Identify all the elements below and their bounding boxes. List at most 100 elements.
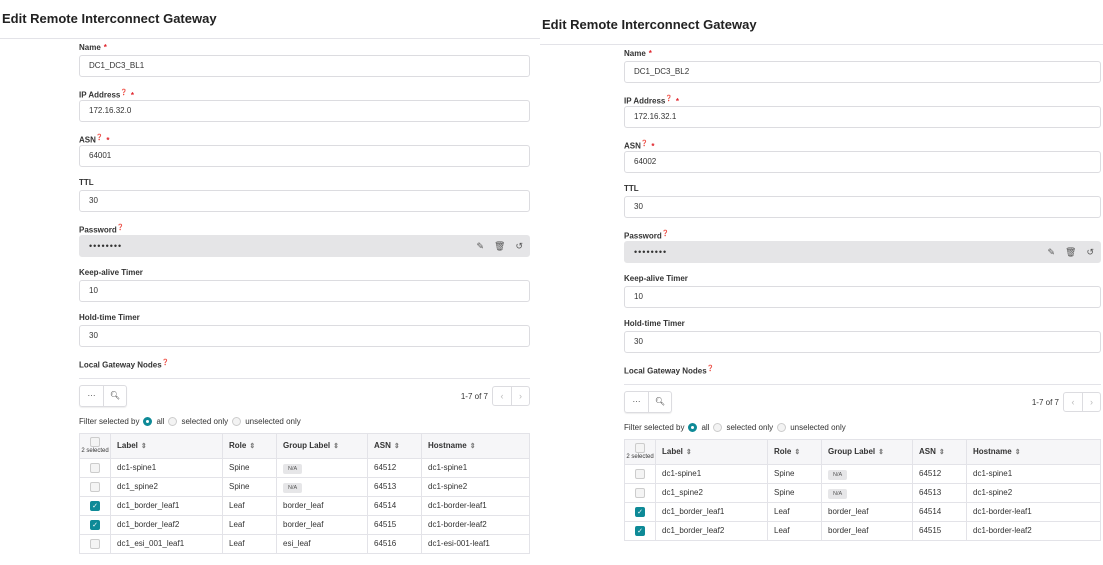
column-asn[interactable]: ASN ⇕ [912,439,967,465]
table-row[interactable]: dc1-spine1 Spine N/A 64512 dc1-spine1 [624,464,1101,484]
table-row[interactable]: ✓ dc1_border_leaf1 Leaf border_leaf 64514 dc1… [624,502,1101,522]
asn-input[interactable]: 64001 [79,145,530,167]
filter-all-radio[interactable] [143,416,153,426]
more-button[interactable]: ··· [80,386,103,406]
table-row[interactable]: dc1-spine1 Spine N/A 64512 dc1-spine1 [79,458,530,478]
table-row[interactable]: dc1_spine2 Spine N/A 64513 dc1-spine2 [624,483,1101,503]
row-select-cell [624,464,656,484]
password-input[interactable]: •••••••• ✎ 🗑 ↺ [624,241,1101,263]
row-checkbox[interactable] [90,538,100,549]
name-label: Name * [79,43,107,52]
table-row[interactable]: ✓ dc1_border_leaf2 Leaf border_leaf 64515 dc1… [624,521,1101,541]
filter-all-label[interactable]: all [156,417,164,426]
cell-label: dc1_border_leaf1 [655,502,768,522]
cell-hostname: dc1-spine2 [966,483,1101,503]
help-icon[interactable]: ❓ [162,360,169,366]
asn-input[interactable]: 64002 [624,151,1101,173]
holdtime-input[interactable]: 30 [79,325,530,347]
undo-icon[interactable]: ↺ [1086,242,1094,262]
search-icon[interactable]: 🔍︎ [103,386,126,406]
cell-hostname: dc1-border-leaf1 [421,496,530,516]
cell-asn: 64513 [367,477,422,497]
table-row[interactable]: dc1_esi_001_leaf1 Leaf esi_leaf 64516 dc1-es… [79,534,530,554]
select-all-checkbox[interactable] [635,443,645,453]
table-row[interactable]: dc1_spine2 Spine N/A 64513 dc1-spine2 [79,477,530,497]
selected-count: 2 selected [626,454,654,460]
filter-unselected-radio[interactable] [777,422,787,432]
column-asn[interactable]: ASN ⇕ [367,433,422,459]
row-checkbox[interactable]: ✓ [635,506,645,517]
filter-all-label[interactable]: all [701,423,709,432]
row-checkbox[interactable]: ✓ [90,519,100,530]
filter-unselected-radio[interactable] [232,416,242,426]
help-icon[interactable]: ❓ [117,225,124,231]
edit-icon[interactable]: ✎ [1047,242,1055,262]
gateway-nodes-table: 2 selected Label ⇕ Role ⇕ Group Label ⇕ ASN… [79,433,530,554]
trash-icon[interactable]: 🗑 [1065,242,1076,262]
table-actions: ··· 🔍︎ [624,391,672,413]
ttl-label: TTL [624,184,639,193]
sort-icon: ⇕ [249,442,256,450]
column-role[interactable]: Role ⇕ [222,433,277,459]
cell-hostname: dc1-border-leaf2 [421,515,530,535]
ip-address-input[interactable]: 172.16.32.0 [79,100,530,122]
next-page-button[interactable]: › [1082,393,1100,411]
holdtime-input[interactable]: 30 [624,331,1101,353]
cell-label: dc1_spine2 [110,477,223,497]
row-checkbox[interactable]: ✓ [90,500,100,511]
password-input[interactable]: •••••••• ✎ 🗑 ↺ [79,235,530,257]
filter-all-radio[interactable] [688,422,698,432]
filter-selected-radio[interactable] [168,416,178,426]
sort-icon: ⇕ [333,442,339,450]
row-select-cell: ✓ [79,515,111,535]
column-hostname[interactable]: Hostname ⇕ [966,439,1101,465]
next-page-button[interactable]: › [511,387,529,405]
help-icon[interactable]: ❓ [665,96,672,102]
search-icon[interactable]: 🔍︎ [648,392,671,412]
keepalive-label: Keep-alive Timer [624,274,688,283]
help-icon[interactable]: ❓ [707,366,714,372]
prev-page-button[interactable]: ‹ [1064,393,1082,411]
row-checkbox[interactable] [90,462,100,473]
help-icon[interactable]: ❓ [641,141,648,147]
column-label[interactable]: Label ⇕ [655,439,768,465]
filter-selected-label[interactable]: selected only [726,423,773,432]
cell-group-label: N/A [821,483,913,503]
help-icon[interactable]: ❓ [96,135,103,141]
row-checkbox[interactable] [90,481,100,492]
trash-icon[interactable]: 🗑 [494,236,505,256]
column-label[interactable]: Label ⇕ [110,433,223,459]
column-role[interactable]: Role ⇕ [767,439,822,465]
filter-selected-radio[interactable] [713,422,723,432]
row-checkbox[interactable] [635,487,645,498]
row-checkbox[interactable]: ✓ [635,525,645,536]
column-hostname[interactable]: Hostname ⇕ [421,433,530,459]
table-row[interactable]: ✓ dc1_border_leaf2 Leaf border_leaf 64515 dc1… [79,515,530,535]
filter-selected-label[interactable]: selected only [181,417,228,426]
cell-label: dc1_border_leaf2 [110,515,223,535]
prev-page-button[interactable]: ‹ [493,387,511,405]
keepalive-input[interactable]: 10 [624,286,1101,308]
undo-icon[interactable]: ↺ [515,236,523,256]
ttl-input[interactable]: 30 [624,196,1101,218]
select-all-checkbox[interactable] [90,437,100,447]
column-group-label[interactable]: Group Label ⇕ [821,439,913,465]
column-group-label[interactable]: Group Label ⇕ [276,433,368,459]
help-icon[interactable]: ❓ [120,90,127,96]
selected-count: 2 selected [81,448,109,454]
filter-unselected-label[interactable]: unselected only [245,417,301,426]
keepalive-input[interactable]: 10 [79,280,530,302]
row-checkbox[interactable] [635,468,645,479]
local-gateway-nodes-heading: Local Gateway Nodes❓ [79,356,530,379]
ttl-input[interactable]: 30 [79,190,530,212]
more-button[interactable]: ··· [625,392,648,412]
filter-label: Filter selected by [624,422,685,432]
name-input[interactable]: DC1_DC3_BL1 [79,55,530,77]
ip-address-input[interactable]: 172.16.32.1 [624,106,1101,128]
filter-unselected-label[interactable]: unselected only [790,423,846,432]
sort-icon: ⇕ [938,448,945,456]
edit-icon[interactable]: ✎ [476,236,484,256]
help-icon[interactable]: ❓ [662,231,669,237]
table-row[interactable]: ✓ dc1_border_leaf1 Leaf border_leaf 64514 dc1… [79,496,530,516]
name-input[interactable]: DC1_DC3_BL2 [624,61,1101,83]
